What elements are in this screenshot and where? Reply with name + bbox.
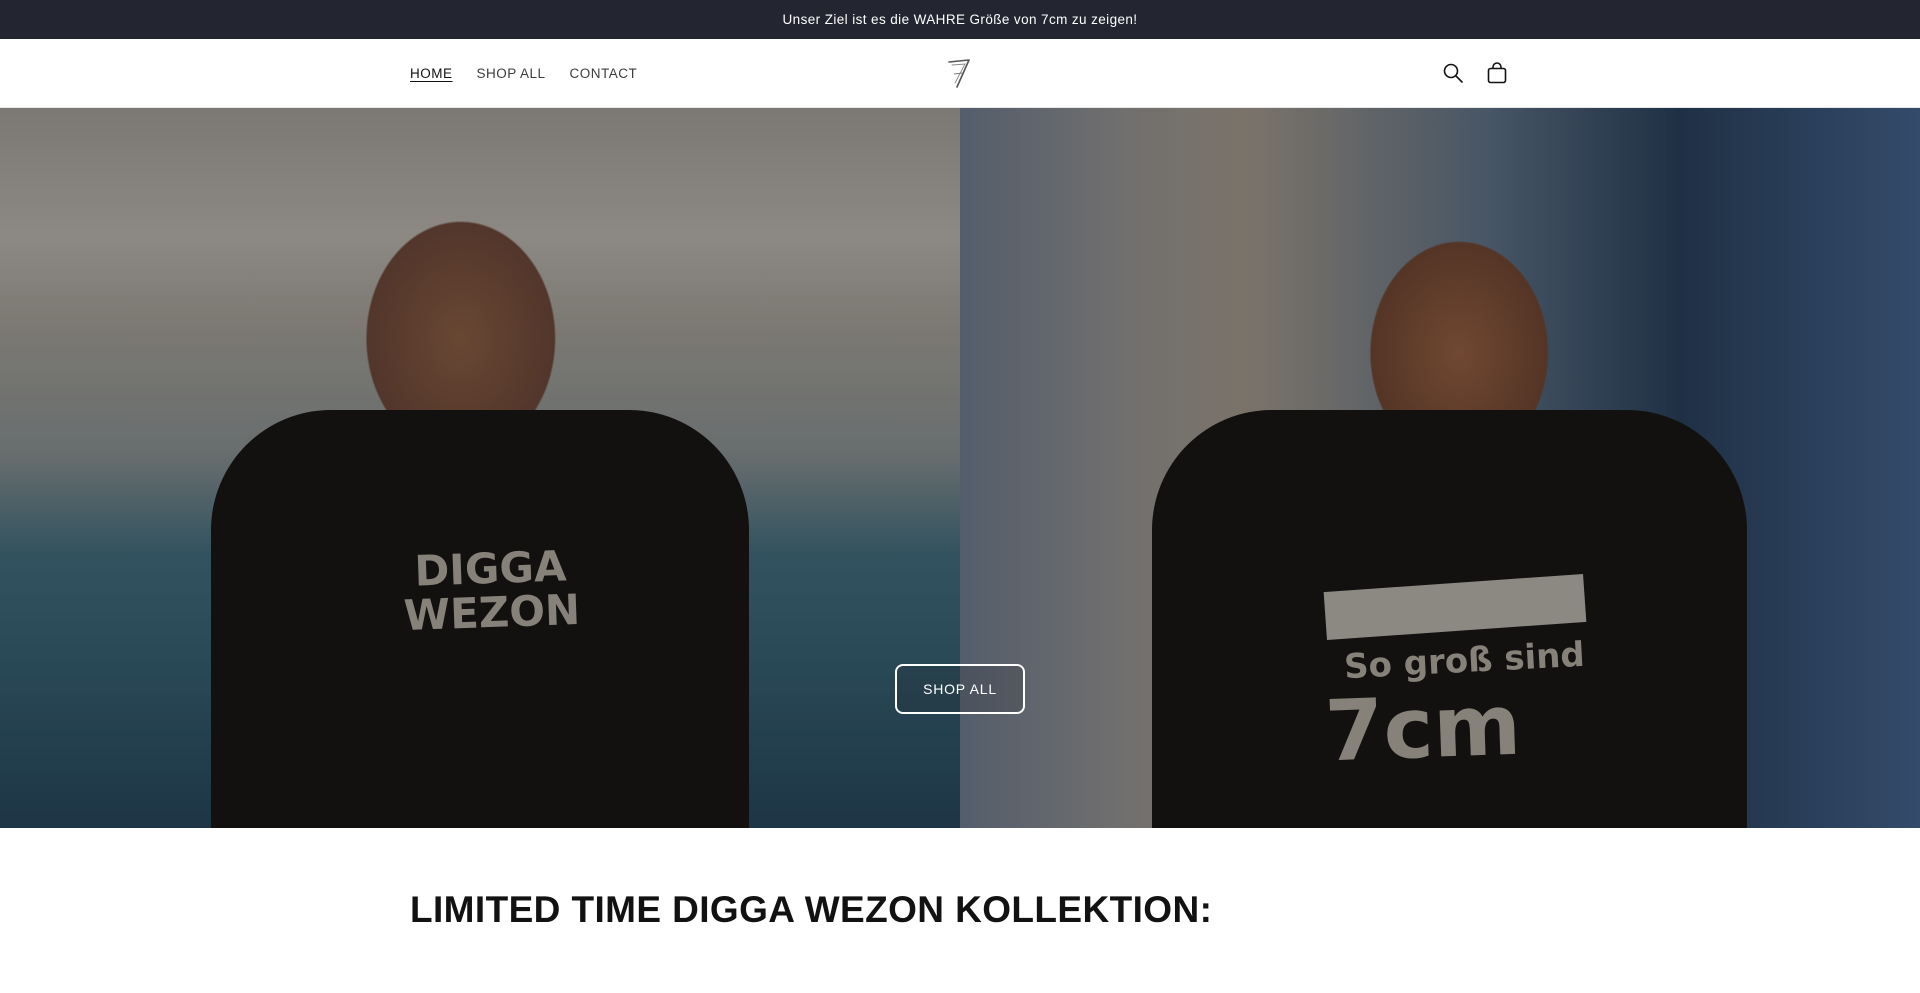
shirt-print-left: DIGGA WEZON [402,541,582,641]
site-header: HOME SHOP ALL CONTACT [0,39,1920,108]
right-shirt-line2: 7cm [1323,675,1523,781]
search-icon[interactable] [1442,62,1464,84]
shop-all-button[interactable]: SHOP ALL [895,664,1025,714]
cart-icon[interactable] [1486,62,1508,84]
left-shirt-text: DIGGA WEZON [403,541,582,641]
hero-image-right: So groß sind 7cm [960,108,1920,828]
announcement-text: Unser Ziel ist es die WAHRE Größe von 7c… [782,12,1138,27]
nav-home-link[interactable]: HOME [410,66,453,81]
nav-shop-all-link[interactable]: SHOP ALL [477,66,546,81]
announcement-bar: Unser Ziel ist es die WAHRE Größe von 7c… [0,0,1920,39]
header-icons [1442,62,1508,84]
seven-logo-icon[interactable] [945,56,975,90]
collection-title: LIMITED TIME DIGGA WEZON KOLLEKTION: [410,889,1213,930]
main-nav: HOME SHOP ALL CONTACT [410,66,637,81]
hero-image-left: DIGGA WEZON [0,108,960,828]
nav-contact-link[interactable]: CONTACT [570,66,638,81]
hero-banner: DIGGA WEZON So groß sind 7cm SHOP ALL [0,108,1920,828]
